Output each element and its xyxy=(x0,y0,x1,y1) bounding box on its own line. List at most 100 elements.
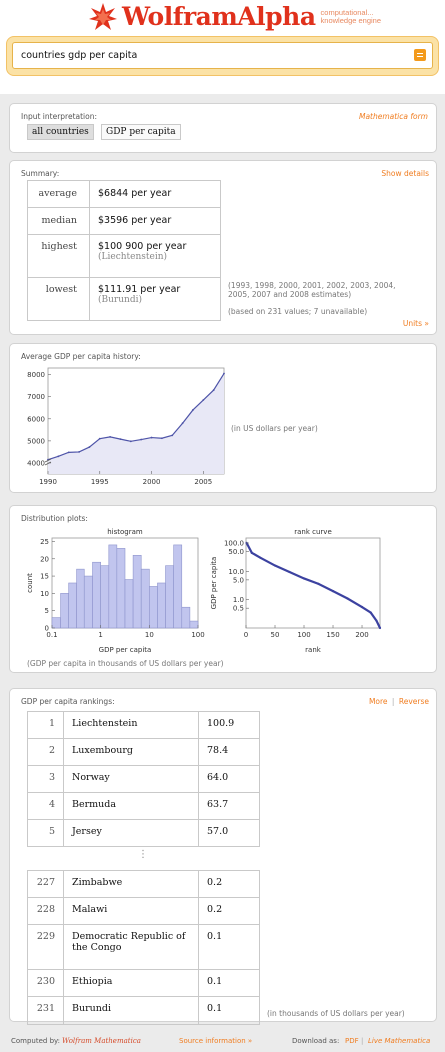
histogram-bar xyxy=(173,544,183,629)
y-axis-label: count xyxy=(26,573,34,593)
y-tick-label: 5 xyxy=(45,607,49,615)
spikey-logo-icon xyxy=(89,3,117,30)
x-tick-label: 1990 xyxy=(39,478,57,486)
rankings-unit-note: (in thousands of US dollars per year) xyxy=(267,1009,405,1018)
ranking-rank: 2 xyxy=(27,738,64,766)
ranking-rank: 230 xyxy=(27,969,64,997)
pod-input-interpretation: Input interpretation: Mathematica form a… xyxy=(9,103,437,153)
summary-value-cell: $100 900 per year (Liechtenstein) xyxy=(89,234,221,278)
history-point xyxy=(171,434,174,437)
ranking-value: 63.7 xyxy=(198,792,260,820)
summary-row-median: median $3596 per year xyxy=(27,207,221,235)
summary-value: $111.91 per year xyxy=(98,284,181,295)
source-information-link[interactable]: Source information » xyxy=(179,1037,252,1045)
mathematica-form-link[interactable]: Mathematica form xyxy=(359,112,428,121)
histogram-bar xyxy=(116,548,126,629)
rankings-table-top: 1 Liechtenstein 100.9 2 Luxembourg 78.4 3 Norwa… xyxy=(27,711,260,847)
search-bar xyxy=(6,36,439,76)
histogram-bar xyxy=(124,579,134,629)
x-tick-label: 50 xyxy=(271,631,280,639)
ranking-value: 0.1 xyxy=(198,969,260,997)
history-point xyxy=(98,437,101,440)
ranking-rank: 1 xyxy=(27,711,64,739)
histogram-bar xyxy=(157,582,166,629)
rankings-links: More | Reverse xyxy=(369,697,429,706)
wolframalpha-logo[interactable]: WolframAlpha computational... knowledge … xyxy=(88,2,381,32)
history-unit-note: (in US dollars per year) xyxy=(231,424,318,433)
pod-distribution-plots: Distribution plots: histogram 0 5 10 15 20 25 0… xyxy=(9,505,437,673)
y-tick-label: 100.0 xyxy=(224,539,244,547)
summary-value: $3596 per year xyxy=(89,207,221,235)
history-point xyxy=(67,451,70,454)
x-tick-label: 100 xyxy=(297,631,310,639)
x-axis-label: rank xyxy=(305,646,322,654)
rank-point xyxy=(346,597,349,600)
y-tick-label: 4000 xyxy=(27,459,45,467)
histogram-bar xyxy=(76,568,85,629)
estimate-years-note: (1993, 1998, 2000, 2001, 2002, 2003, 200… xyxy=(228,281,396,299)
history-point xyxy=(192,409,194,411)
x-tick-label: 1 xyxy=(98,631,102,639)
rank-point xyxy=(288,570,291,574)
computed-by-link[interactable]: Wolfram Mathematica xyxy=(62,1037,141,1045)
histogram-bar xyxy=(100,565,110,629)
pod-title: GDP per capita rankings: xyxy=(21,697,115,706)
y-tick-label: 25 xyxy=(40,538,49,546)
x-tick-label: 1995 xyxy=(91,478,109,486)
history-point xyxy=(119,438,122,441)
x-tick-label: 0 xyxy=(244,631,248,639)
pod-summary: Summary: Show details average $6844 per … xyxy=(9,160,437,335)
ranking-row: 5 Jersey 57.0 xyxy=(27,819,260,847)
reverse-link[interactable]: Reverse xyxy=(399,697,429,706)
histogram-bar xyxy=(132,555,142,629)
rank-point xyxy=(250,551,253,554)
histogram-bar xyxy=(83,575,93,629)
search-submit-button[interactable] xyxy=(414,49,426,61)
summary-value: $6844 per year xyxy=(89,180,221,208)
download-pdf-link[interactable]: PDF xyxy=(345,1037,359,1045)
ranking-row: 230 Ethiopia 0.1 xyxy=(27,969,260,997)
ranking-row: 2 Luxembourg 78.4 xyxy=(27,738,260,766)
history-point xyxy=(57,455,60,458)
link-separator: | xyxy=(391,697,395,706)
histogram-bar xyxy=(149,586,158,629)
ranking-rank: 4 xyxy=(27,792,64,820)
search-input[interactable] xyxy=(21,43,401,68)
summary-value-cell: $111.91 per year (Burundi) xyxy=(89,277,221,321)
ranking-country: Zimbabwe xyxy=(63,870,199,898)
y-tick-label: 1.0 xyxy=(233,596,244,604)
ranking-row: 3 Norway 64.0 xyxy=(27,765,260,793)
ranking-value: 100.9 xyxy=(198,711,260,739)
live-mathematica-link[interactable]: Live Mathematica xyxy=(368,1037,430,1045)
ranking-country: Jersey xyxy=(63,819,199,847)
more-link[interactable]: More xyxy=(369,697,388,706)
histogram-bar xyxy=(189,620,199,629)
show-details-link[interactable]: Show details xyxy=(381,169,429,178)
ranking-row: 229 Democratic Republic of the Congo 0.1 xyxy=(27,924,260,970)
summary-label: highest xyxy=(27,234,90,278)
header: WolframAlpha computational... knowledge … xyxy=(0,0,445,94)
summary-country: (Liechtenstein) xyxy=(98,252,168,262)
y-tick-label: 15 xyxy=(40,573,49,581)
units-link[interactable]: Units » xyxy=(403,319,429,328)
x-tick-label: 10 xyxy=(145,631,154,639)
history-point xyxy=(140,438,143,441)
rank-curve-title: rank curve xyxy=(294,528,332,536)
y-tick-label: 5.0 xyxy=(233,576,244,584)
computed-by-label: Computed by: xyxy=(11,1037,61,1045)
summary-row-average: average $6844 per year xyxy=(27,180,221,208)
ranking-value: 57.0 xyxy=(198,819,260,847)
ranking-country: Ethiopia xyxy=(63,969,199,997)
pod-title: Distribution plots: xyxy=(21,514,88,523)
rank-point xyxy=(378,626,382,630)
footer-separator: | xyxy=(361,1037,364,1045)
download-as-label: Download as: xyxy=(292,1037,340,1045)
x-tick-label: 2005 xyxy=(194,478,212,486)
history-point xyxy=(78,451,80,453)
summary-country: (Burundi) xyxy=(98,295,142,305)
summary-label: median xyxy=(27,207,90,235)
ranking-country: Burundi xyxy=(63,996,199,1025)
ranking-country: Malawi xyxy=(63,897,199,925)
summary-label: average xyxy=(27,180,90,208)
ranking-value: 0.2 xyxy=(198,897,260,925)
